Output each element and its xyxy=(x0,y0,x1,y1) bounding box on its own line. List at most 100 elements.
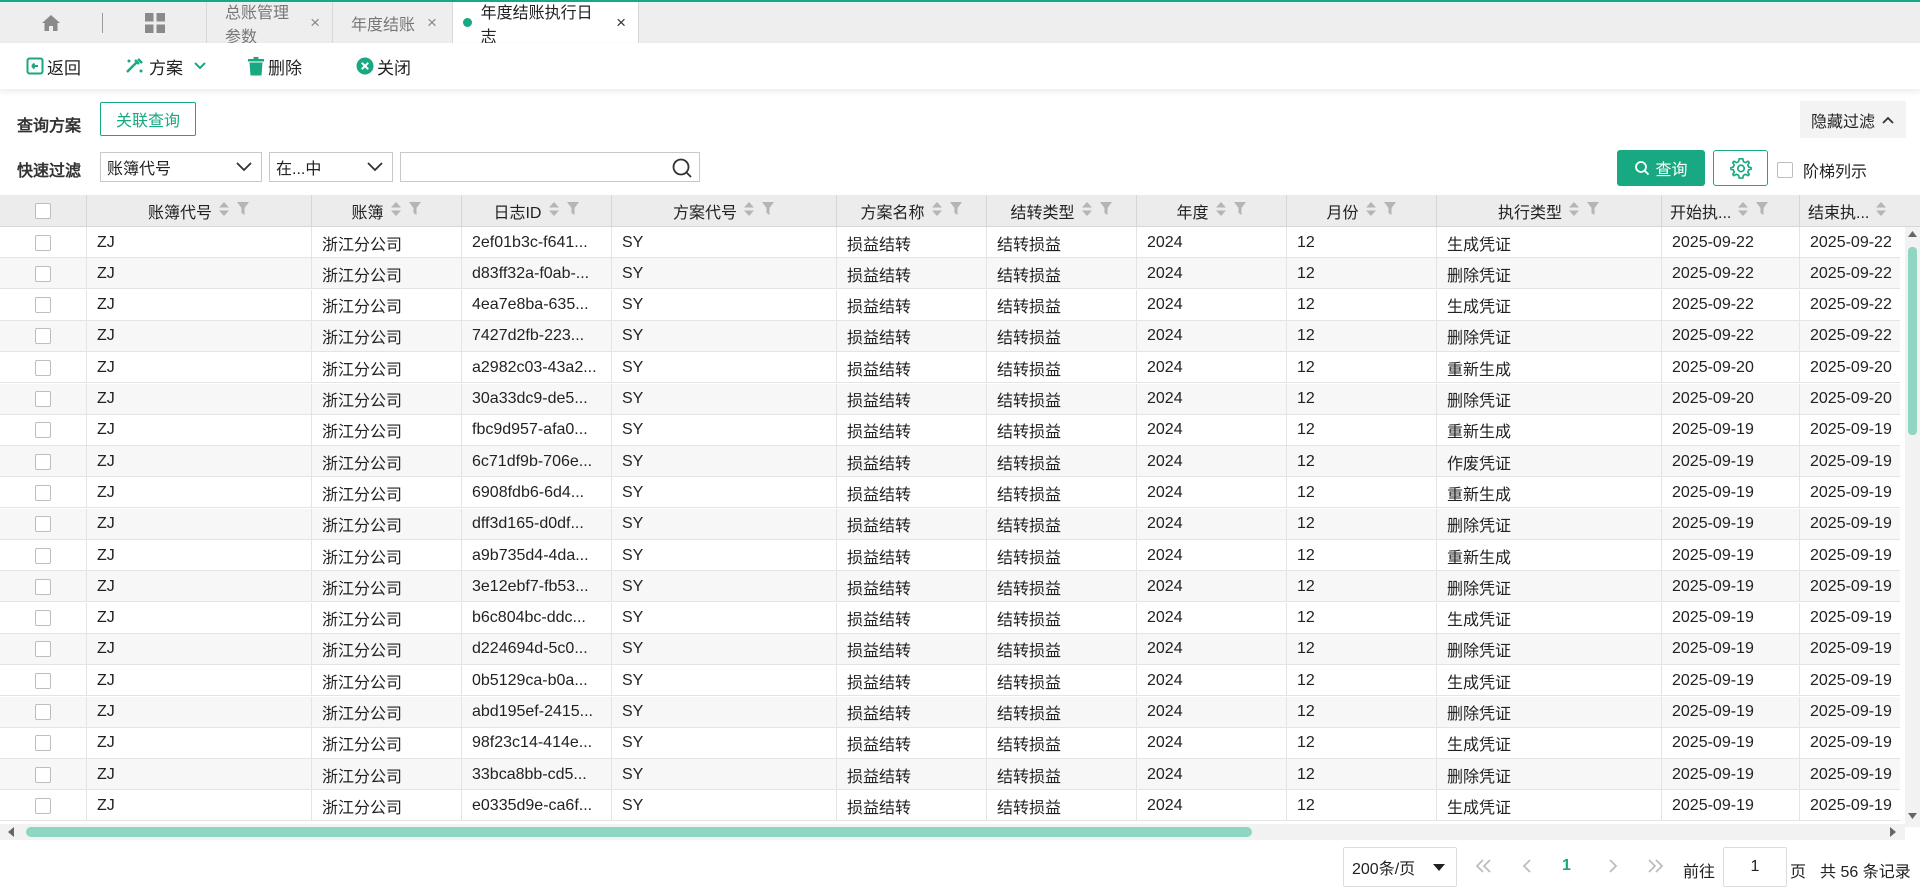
row-checkbox[interactable] xyxy=(35,391,51,407)
tab-year-close-log[interactable]: 年度结账执行日志 × xyxy=(453,2,639,46)
operator-select[interactable]: 在...中 xyxy=(269,152,393,182)
table-row[interactable]: ZJ 浙江分公司 dff3d165-d0df... SY 损益结转 结转损益 2024 12 删… xyxy=(0,508,1900,540)
field-select[interactable]: 账簿代号 xyxy=(100,152,262,182)
row-checkbox[interactable] xyxy=(35,610,51,627)
row-checkbox[interactable] xyxy=(35,328,51,345)
sort-icon[interactable] xyxy=(1215,200,1227,223)
table-row[interactable]: ZJ 浙江分公司 2ef01b3c-f641... SY 损益结转 结转损益 2024 12 生… xyxy=(0,227,1900,258)
vertical-scroll-thumb[interactable] xyxy=(1908,247,1917,435)
home-button[interactable] xyxy=(0,2,102,43)
table-row[interactable]: ZJ 浙江分公司 6c71df9b-706e... SY 损益结转 结转损益 2024 12 作… xyxy=(0,446,1900,478)
column-header-start-exec[interactable]: 开始执... xyxy=(1662,195,1800,227)
filter-funnel-icon[interactable] xyxy=(1586,201,1600,221)
table-row[interactable]: ZJ 浙江分公司 d83ff32a-f0ab-... SY 损益结转 结转损益 2024 12… xyxy=(0,258,1900,290)
vertical-scrollbar[interactable] xyxy=(1905,227,1920,827)
prev-page-button[interactable] xyxy=(1517,856,1537,882)
table-row[interactable]: ZJ 浙江分公司 3e12ebf7-fb53... SY 损益结转 结转损益 2024 12 删… xyxy=(0,571,1900,603)
sort-icon[interactable] xyxy=(1737,200,1749,223)
table-row[interactable]: ZJ 浙江分公司 98f23c14-414e... SY 损益结转 结转损益 2024 12 生… xyxy=(0,727,1900,759)
back-button[interactable]: 返回 xyxy=(26,54,81,79)
scroll-up-icon[interactable] xyxy=(1905,227,1920,241)
table-row[interactable]: ZJ 浙江分公司 7427d2fb-223... SY 损益结转 结转损益 2024 12 删除… xyxy=(0,320,1900,352)
table-row[interactable]: ZJ 浙江分公司 6908fdb6-6d4... SY 损益结转 结转损益 2024 12 重新… xyxy=(0,477,1900,509)
column-header-month[interactable]: 月份 xyxy=(1287,195,1437,227)
scroll-left-icon[interactable] xyxy=(4,824,18,840)
query-button[interactable]: 查询 xyxy=(1617,150,1705,186)
row-checkbox[interactable] xyxy=(35,516,51,533)
current-page[interactable]: 1 xyxy=(1562,857,1571,875)
sort-icon[interactable] xyxy=(548,200,560,223)
table-row[interactable]: ZJ 浙江分公司 d224694d-5c0... SY 损益结转 结转损益 2024 12 删除… xyxy=(0,633,1900,665)
column-header-log-id[interactable]: 日志ID xyxy=(462,195,612,227)
table-row[interactable]: ZJ 浙江分公司 0b5129ca-b0a... SY 损益结转 结转损益 2024 12 生成… xyxy=(0,665,1900,697)
row-checkbox[interactable] xyxy=(35,704,51,720)
filter-funnel-icon[interactable] xyxy=(566,201,580,221)
filter-value-input[interactable] xyxy=(400,152,700,182)
table-row[interactable]: ZJ 浙江分公司 b6c804bc-ddc... SY 损益结转 结转损益 2024 12 生成… xyxy=(0,602,1900,634)
row-checkbox[interactable] xyxy=(35,297,51,314)
page-size-select[interactable]: 200条/页 xyxy=(1343,847,1457,887)
row-checkbox[interactable] xyxy=(35,547,51,564)
column-header-account[interactable]: 账簿 xyxy=(312,195,462,227)
settings-button[interactable] xyxy=(1713,150,1768,186)
select-all-checkbox[interactable] xyxy=(35,203,51,219)
table-row[interactable]: ZJ 浙江分公司 fbc9d957-afa0... SY 损益结转 结转损益 2024 12 重… xyxy=(0,414,1900,446)
filter-funnel-icon[interactable] xyxy=(236,201,250,221)
table-row[interactable]: ZJ 浙江分公司 abd195ef-2415... SY 损益结转 结转损益 2024 12 删… xyxy=(0,696,1900,728)
ladder-display-option[interactable]: 阶梯列示 xyxy=(1777,158,1867,182)
filter-funnel-icon[interactable] xyxy=(408,201,422,221)
tab-gl-params[interactable]: 总账管理参数 × xyxy=(207,2,333,46)
sort-icon[interactable] xyxy=(390,200,402,223)
delete-button[interactable]: 删除 xyxy=(247,54,302,79)
column-header-transfer-type[interactable]: 结转类型 xyxy=(987,195,1137,227)
column-header-scheme-code[interactable]: 方案代号 xyxy=(612,195,837,227)
row-checkbox[interactable] xyxy=(35,234,51,251)
filter-funnel-icon[interactable] xyxy=(1755,201,1769,221)
table-row[interactable]: ZJ 浙江分公司 33bca8bb-cd5... SY 损益结转 结转损益 2024 12 删除… xyxy=(0,759,1900,791)
tab-year-close[interactable]: 年度结账 × xyxy=(333,2,453,43)
row-checkbox[interactable] xyxy=(35,766,51,783)
hide-filter-button[interactable]: 隐藏过滤 xyxy=(1800,101,1906,138)
sort-icon[interactable] xyxy=(1568,200,1580,223)
sort-icon[interactable] xyxy=(1875,200,1887,223)
column-header-exec-type[interactable]: 执行类型 xyxy=(1437,195,1662,227)
search-icon[interactable] xyxy=(671,157,693,179)
ladder-checkbox[interactable] xyxy=(1777,162,1793,178)
table-row[interactable]: ZJ 浙江分公司 e0335d9e-ca6f... SY 损益结转 结转损益 2024 12 生… xyxy=(0,790,1900,822)
row-checkbox[interactable] xyxy=(35,797,51,814)
sort-icon[interactable] xyxy=(931,200,943,223)
sort-icon[interactable] xyxy=(1081,200,1093,223)
scheme-button[interactable]: 方案 xyxy=(124,54,210,79)
row-checkbox[interactable] xyxy=(35,578,51,595)
scroll-down-icon[interactable] xyxy=(1905,809,1920,823)
sort-icon[interactable] xyxy=(1365,200,1377,223)
associated-query-button[interactable]: 关联查询 xyxy=(100,102,196,136)
horizontal-scroll-thumb[interactable] xyxy=(26,827,1252,837)
scroll-right-icon[interactable] xyxy=(1886,824,1900,840)
filter-funnel-icon[interactable] xyxy=(1383,201,1397,221)
column-header-end-exec[interactable]: 结束执... xyxy=(1800,195,1920,227)
horizontal-scrollbar[interactable] xyxy=(0,824,1905,840)
row-checkbox[interactable] xyxy=(35,672,51,689)
row-checkbox[interactable] xyxy=(35,735,51,752)
filter-funnel-icon[interactable] xyxy=(1233,201,1247,221)
table-row[interactable]: ZJ 浙江分公司 a9b735d4-4da... SY 损益结转 结转损益 2024 12 重新… xyxy=(0,540,1900,571)
row-checkbox[interactable] xyxy=(35,453,51,470)
column-header-scheme-name[interactable]: 方案名称 xyxy=(837,195,987,227)
close-button[interactable]: 关闭 xyxy=(356,54,411,79)
first-page-button[interactable] xyxy=(1474,856,1494,882)
table-row[interactable]: ZJ 浙江分公司 a2982c03-43a2... SY 损益结转 结转损益 2024 12 重… xyxy=(0,352,1900,384)
row-checkbox[interactable] xyxy=(35,359,51,376)
table-row[interactable]: ZJ 浙江分公司 30a33dc9-de5... SY 损益结转 结转损益 2024 12 删除… xyxy=(0,383,1900,415)
row-checkbox[interactable] xyxy=(35,265,51,282)
row-checkbox[interactable] xyxy=(35,484,51,501)
filter-funnel-icon[interactable] xyxy=(761,201,775,221)
filter-funnel-icon[interactable] xyxy=(1099,201,1113,221)
last-page-button[interactable] xyxy=(1645,856,1665,882)
next-page-button[interactable] xyxy=(1603,856,1623,882)
sort-icon[interactable] xyxy=(743,200,755,223)
column-header-account-code[interactable]: 账簿代号 xyxy=(87,195,312,227)
row-checkbox[interactable] xyxy=(35,422,51,439)
column-header-year[interactable]: 年度 xyxy=(1137,195,1287,227)
row-checkbox[interactable] xyxy=(35,641,51,658)
